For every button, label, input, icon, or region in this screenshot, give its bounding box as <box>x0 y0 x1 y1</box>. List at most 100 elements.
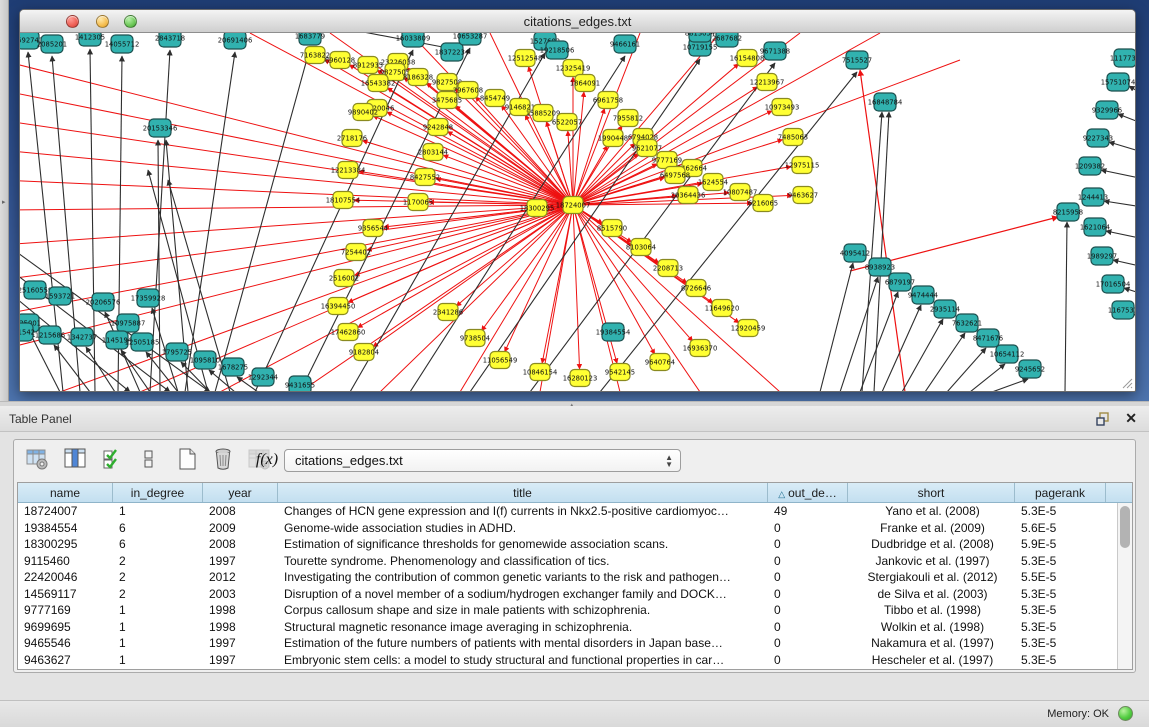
citation-edge-black[interactable] <box>86 347 115 392</box>
graph-node-1621064[interactable]: 1621064 <box>1080 218 1110 236</box>
citation-edge-black[interactable] <box>215 48 310 392</box>
citation-edge-red[interactable] <box>20 60 573 205</box>
network-window-titlebar[interactable]: citations_edges.txt <box>20 10 1135 33</box>
citation-edge-black[interactable] <box>121 350 150 392</box>
table-row[interactable]: 911546021997Tourette syndrome. Phenomeno… <box>18 553 1132 570</box>
graph-node-15751074[interactable]: 15751074 <box>1101 73 1135 91</box>
graph-node-1990448[interactable]: 1990448 <box>598 130 628 147</box>
graph-node-9474444[interactable]: 9474444 <box>908 286 938 304</box>
table-row[interactable]: 1872400712008Changes of HCN gene express… <box>18 503 1132 520</box>
graph-node-10975887[interactable]: 10975887 <box>111 314 146 332</box>
graph-node-16936370[interactable]: 16936370 <box>683 340 718 357</box>
table-row[interactable]: 1830029562008Estimation of significance … <box>18 536 1132 553</box>
column-header-name[interactable]: name <box>18 483 113 502</box>
citation-edge-red[interactable] <box>573 205 580 369</box>
graph-node-9431655[interactable]: 9431655 <box>285 376 315 392</box>
graph-node-16033809[interactable]: 16033809 <box>396 33 431 47</box>
graph-node-2803144[interactable]: 2803144 <box>418 144 448 161</box>
function-builder-button[interactable]: f(x) <box>252 447 282 473</box>
citation-edge-black[interactable] <box>1113 260 1135 268</box>
citation-edge-black[interactable] <box>925 333 965 392</box>
graph-node-2341286[interactable]: 2341286 <box>433 304 463 321</box>
graph-node-20206576[interactable]: 20206576 <box>86 293 121 311</box>
graph-node-1678275[interactable]: 1678275 <box>218 358 248 376</box>
graph-node-4095412[interactable]: 4095412 <box>840 244 870 262</box>
table-row[interactable]: 1456911722003Disruption of a novel membe… <box>18 586 1132 603</box>
citation-edge-red[interactable] <box>20 205 573 245</box>
graph-node-1215686[interactable]: 1215686 <box>35 326 65 344</box>
citation-edge-red[interactable] <box>20 150 573 205</box>
scrollbar-thumb[interactable] <box>1120 506 1130 548</box>
graph-node-16280123[interactable]: 16280123 <box>563 370 598 387</box>
graph-node-20691406[interactable]: 20691406 <box>218 33 253 49</box>
graph-node-9242848[interactable]: 9242848 <box>423 119 453 136</box>
graph-node-9463627[interactable]: 9463627 <box>788 187 818 204</box>
table-row[interactable]: 946554611997Estimation of the future num… <box>18 635 1132 652</box>
citation-edge-black[interactable] <box>54 345 90 392</box>
citation-edge-red[interactable] <box>220 205 573 392</box>
graph-node-9738504[interactable]: 9738504 <box>460 330 490 347</box>
graph-node-18372234[interactable]: 18372234 <box>435 43 470 61</box>
float-panel-icon[interactable] <box>1095 411 1111 427</box>
graph-node-9227343[interactable]: 9227343 <box>1083 129 1113 147</box>
select-all-columns-button[interactable] <box>100 447 126 473</box>
citation-edge-black[interactable] <box>947 348 986 392</box>
graph-node-2516002[interactable]: 2516002 <box>329 270 359 287</box>
network-view-window[interactable]: citations_edges.txt 16927412085201141230… <box>19 9 1136 392</box>
graph-node-7632621[interactable]: 7632621 <box>952 314 982 332</box>
citation-edge-black[interactable] <box>1104 201 1135 208</box>
graph-node-1095810[interactable]: 1095810 <box>190 351 220 369</box>
graph-node-14055712[interactable]: 14055712 <box>105 35 140 53</box>
graph-node-7955812[interactable]: 7955812 <box>613 110 643 127</box>
citation-edge-red[interactable] <box>528 67 573 205</box>
citation-edge-black[interactable] <box>1129 86 1135 98</box>
network-canvas[interactable]: 1692741208520114123051405571228437182069… <box>20 33 1135 392</box>
graph-node-1412305[interactable]: 1412305 <box>75 33 105 46</box>
column-header-out_de[interactable]: △out_de… <box>768 483 848 502</box>
graph-node-9542145[interactable]: 9542145 <box>605 364 635 381</box>
graph-node-1593721[interactable]: 1593721 <box>45 287 75 305</box>
create-table-button[interactable] <box>174 447 200 473</box>
graph-node-2687682[interactable]: 2687682 <box>712 33 742 47</box>
graph-node-1989297[interactable]: 1989297 <box>1087 247 1117 265</box>
citation-edge-black[interactable] <box>874 112 889 392</box>
vertical-scrollbar[interactable] <box>1117 503 1132 669</box>
graph-node-8215958[interactable]: 8215958 <box>1053 203 1083 221</box>
column-header-pagerank[interactable]: pagerank <box>1015 483 1106 502</box>
citation-edge-black[interactable] <box>840 277 878 392</box>
graph-node-391542[interactable]: 391542 <box>20 323 35 341</box>
graph-node-16848784[interactable]: 16848784 <box>868 93 903 111</box>
graph-node-12975115[interactable]: 12975115 <box>785 157 820 174</box>
row-height-button[interactable] <box>136 447 162 473</box>
graph-node-9329966[interactable]: 9329966 <box>1092 101 1122 119</box>
column-header-short[interactable]: short <box>848 483 1015 502</box>
graph-node-2718176[interactable]: 2718176 <box>337 130 367 147</box>
table-row[interactable]: 2242004622012Investigating the contribut… <box>18 569 1132 586</box>
graph-node-1117734[interactable]: 1117734 <box>1110 49 1135 67</box>
graph-node-9245652[interactable]: 9245652 <box>1015 360 1045 378</box>
graph-node-17016504[interactable]: 17016504 <box>1096 275 1131 293</box>
graph-node-7485063[interactable]: 7485063 <box>778 129 808 146</box>
graph-node-9640764[interactable]: 9640764 <box>645 354 675 371</box>
graph-node-2935114[interactable]: 2935114 <box>930 300 960 318</box>
graph-node-20153346[interactable]: 20153346 <box>143 119 178 137</box>
citation-edge-red[interactable] <box>373 205 573 347</box>
graph-node-12920459[interactable]: 12920459 <box>731 320 766 337</box>
citation-edge-black[interactable] <box>970 364 1005 392</box>
citation-edge-black[interactable] <box>1124 288 1135 296</box>
column-header-year[interactable]: year <box>203 483 278 502</box>
table-row[interactable]: 977716911998Corpus callosum shape and si… <box>18 602 1132 619</box>
graph-node-6879197[interactable]: 6879197 <box>885 273 915 291</box>
graph-node-19384554[interactable]: 19384554 <box>596 323 631 341</box>
citation-edge-black[interactable] <box>820 263 853 392</box>
graph-node-1167533[interactable]: 1167533 <box>1108 301 1135 319</box>
graph-node-12213967[interactable]: 12213967 <box>750 74 785 91</box>
graph-node-1209382[interactable]: 1209382 <box>1075 157 1105 175</box>
graph-node-10654112[interactable]: 10654112 <box>990 345 1025 363</box>
graph-node-1342737[interactable]: 1342737 <box>67 328 97 346</box>
show-column-button[interactable] <box>62 447 88 473</box>
graph-node-8471676[interactable]: 8471676 <box>973 329 1003 347</box>
citation-edge-red[interactable] <box>20 205 573 210</box>
delete-table-button[interactable] <box>210 447 236 473</box>
citation-edge-black[interactable] <box>1118 114 1135 126</box>
